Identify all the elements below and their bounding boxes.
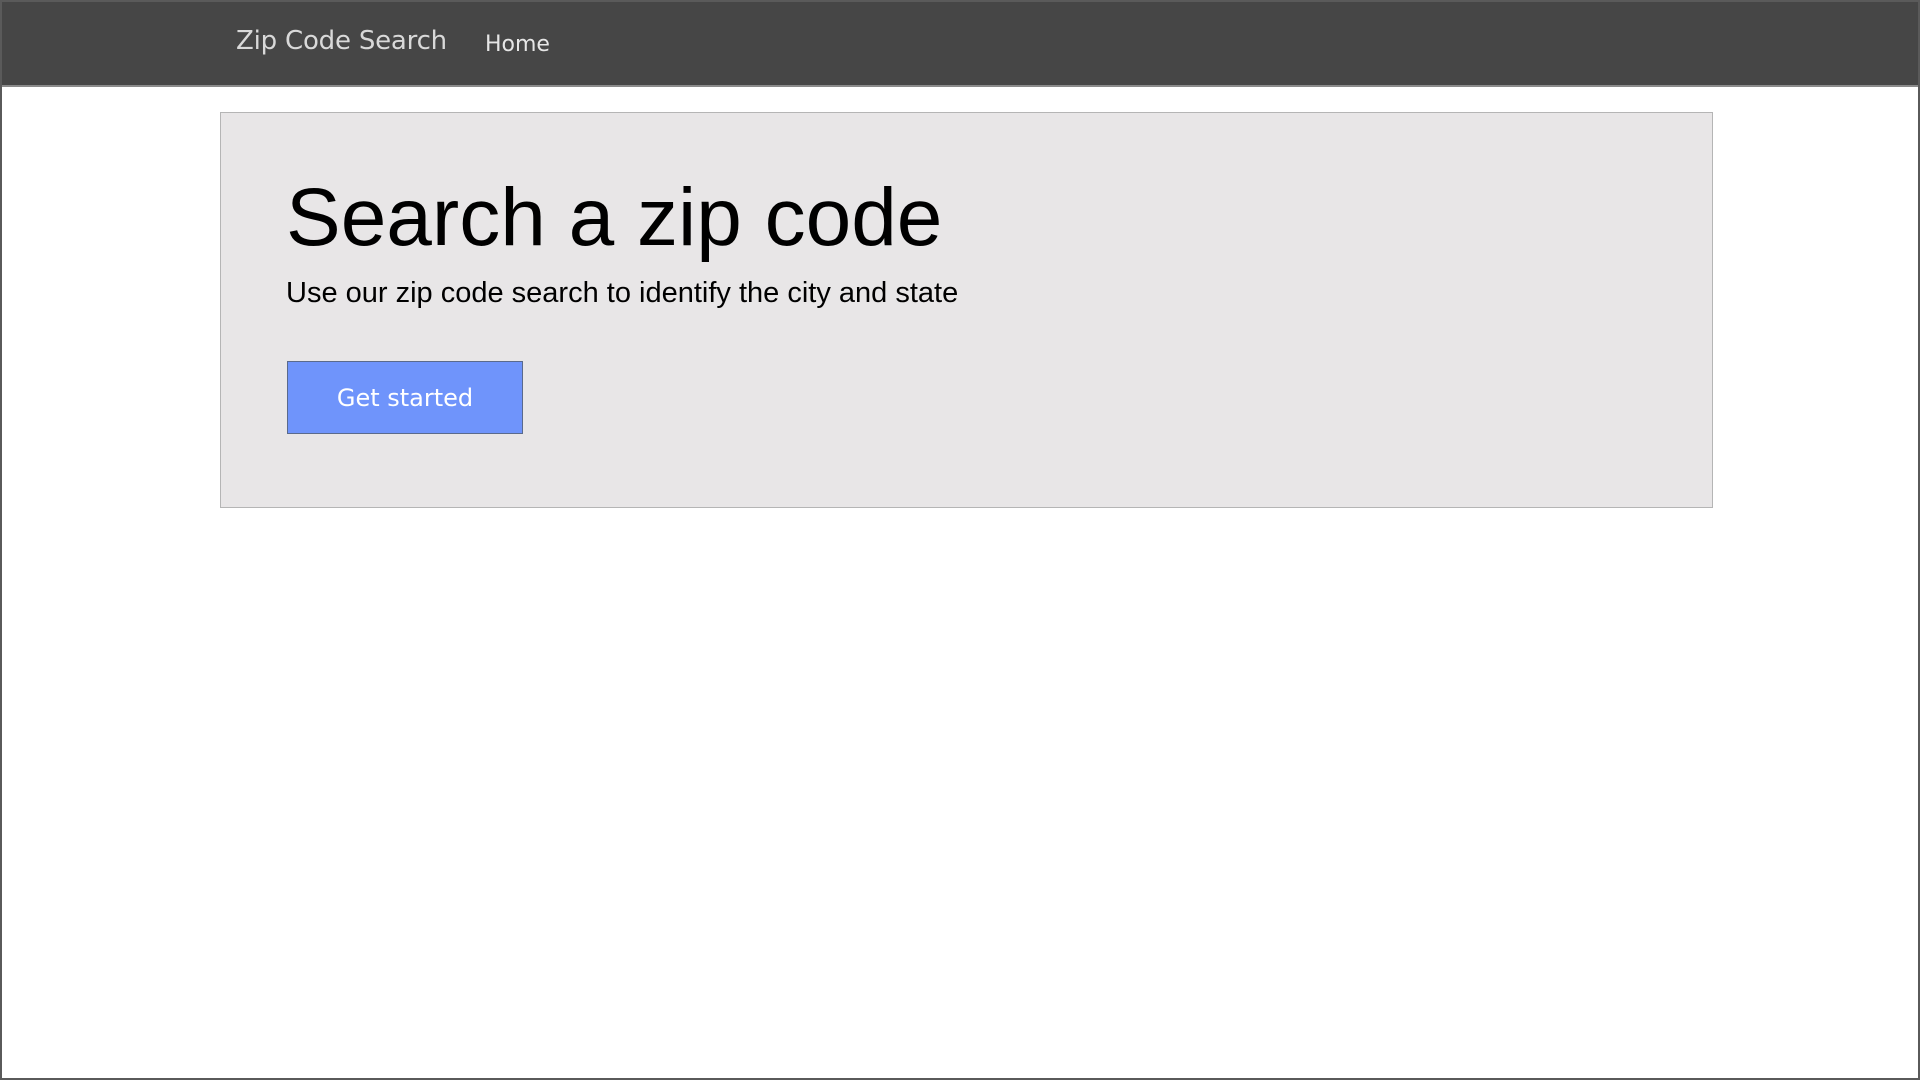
hero-subtitle: Use our zip code search to identify the …	[286, 277, 959, 309]
top-navbar: Zip Code Search Home	[2, 2, 1918, 87]
nav-link-home[interactable]: Home	[485, 32, 550, 57]
brand-link[interactable]: Zip Code Search	[236, 26, 447, 56]
browser-viewport: Zip Code Search Home Search a zip code U…	[0, 0, 1920, 1080]
get-started-button[interactable]: Get started	[287, 361, 523, 434]
hero-jumbotron: Search a zip code Use our zip code searc…	[220, 112, 1713, 508]
page-title: Search a zip code	[286, 172, 943, 263]
